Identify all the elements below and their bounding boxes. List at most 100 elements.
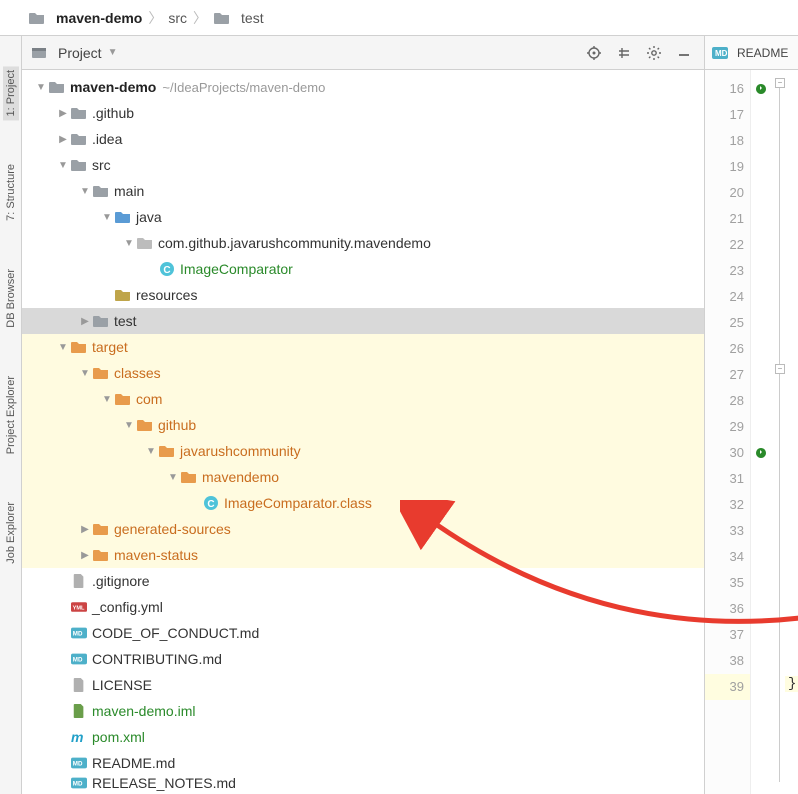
- tree-node[interactable]: MDREADME.md: [22, 750, 704, 776]
- line-number: 33: [705, 518, 750, 544]
- tree-node-label: github: [158, 417, 196, 433]
- expand-arrow-icon[interactable]: [100, 210, 114, 224]
- line-number: 22: [705, 232, 750, 258]
- package-icon: [136, 235, 154, 251]
- tree-node[interactable]: .gitignore: [22, 568, 704, 594]
- tree-node[interactable]: mpom.xml: [22, 724, 704, 750]
- tree-node[interactable]: MDCONTRIBUTING.md: [22, 646, 704, 672]
- yaml-file-icon: YML: [70, 599, 88, 615]
- line-number: 28: [705, 388, 750, 414]
- tree-node[interactable]: LICENSE: [22, 672, 704, 698]
- project-tree[interactable]: maven-demo~/IdeaProjects/maven-demo.gith…: [22, 70, 704, 794]
- expand-arrow-icon[interactable]: [166, 470, 180, 484]
- editor-tabs: MD README: [705, 36, 798, 70]
- tree-node[interactable]: .idea: [22, 126, 704, 152]
- tree-node-label: maven-status: [114, 547, 198, 563]
- tree-node-label: test: [114, 313, 137, 329]
- expand-all-button[interactable]: [612, 41, 636, 65]
- tree-node[interactable]: MD CODE_OF_CONDUCT.md: [22, 620, 704, 646]
- vcs-change-icon: [755, 447, 767, 459]
- editor-gutter-marks: − − }: [751, 70, 798, 794]
- line-number: 31: [705, 466, 750, 492]
- expand-arrow-icon[interactable]: [78, 314, 92, 328]
- svg-text:MD: MD: [73, 631, 83, 638]
- tool-tab-project[interactable]: 1: Project: [3, 66, 19, 120]
- expand-arrow-icon[interactable]: [56, 340, 70, 354]
- svg-text:MD: MD: [73, 781, 83, 788]
- line-number: 25: [705, 310, 750, 336]
- expand-arrow-icon[interactable]: [78, 184, 92, 198]
- tree-node[interactable]: target: [22, 334, 704, 360]
- line-number: 16: [705, 76, 750, 102]
- expand-arrow-icon[interactable]: [78, 548, 92, 562]
- tree-node-label: mavendemo: [202, 469, 279, 485]
- tree-node-label: target: [92, 339, 128, 355]
- fold-handle-icon[interactable]: −: [775, 364, 785, 374]
- tree-node[interactable]: javarushcommunity: [22, 438, 704, 464]
- tree-node-label: com: [136, 391, 162, 407]
- tree-node-label: maven-demo.iml: [92, 703, 195, 719]
- line-number: 30: [705, 440, 750, 466]
- tree-node[interactable]: src: [22, 152, 704, 178]
- tree-node[interactable]: classes: [22, 360, 704, 386]
- svg-text:MD: MD: [73, 657, 83, 664]
- locate-button[interactable]: [582, 41, 606, 65]
- line-number-gutter: 1617181920212223242526272829303132333435…: [705, 70, 751, 794]
- svg-text:C: C: [207, 499, 214, 510]
- expand-arrow-icon[interactable]: [78, 366, 92, 380]
- excluded-folder-icon: [158, 443, 176, 459]
- tree-node[interactable]: generated-sources: [22, 516, 704, 542]
- tree-node[interactable]: resources: [22, 282, 704, 308]
- tree-node[interactable]: test: [22, 308, 704, 334]
- breadcrumb-root[interactable]: maven-demo: [56, 10, 142, 26]
- tree-node[interactable]: java: [22, 204, 704, 230]
- tool-tab-project-explorer[interactable]: Project Explorer: [3, 372, 19, 458]
- expand-arrow-icon[interactable]: [122, 418, 136, 432]
- tree-node[interactable]: maven-demo~/IdeaProjects/maven-demo: [22, 74, 704, 100]
- chevron-right-icon: 〉: [193, 8, 207, 28]
- tree-node[interactable]: maven-status: [22, 542, 704, 568]
- tree-node-label: CODE_OF_CONDUCT.md: [92, 625, 259, 641]
- expand-arrow-icon[interactable]: [100, 392, 114, 406]
- breadcrumb-src[interactable]: src: [168, 10, 187, 26]
- tree-node-label: maven-demo: [70, 79, 156, 95]
- tree-node[interactable]: MDRELEASE_NOTES.md: [22, 776, 704, 790]
- line-number: 17: [705, 102, 750, 128]
- excluded-folder-icon: [114, 391, 132, 407]
- fold-handle-icon[interactable]: −: [775, 78, 785, 88]
- expand-arrow-icon[interactable]: [122, 236, 136, 250]
- editor-tab-readme[interactable]: README: [737, 46, 788, 60]
- tree-node[interactable]: YML_config.yml: [22, 594, 704, 620]
- java-class-icon: C: [158, 261, 176, 277]
- source-folder-icon: [114, 209, 132, 225]
- tree-node[interactable]: com: [22, 386, 704, 412]
- expand-arrow-icon[interactable]: [78, 522, 92, 536]
- settings-button[interactable]: [642, 41, 666, 65]
- tree-node-label: classes: [114, 365, 161, 381]
- tree-node[interactable]: github: [22, 412, 704, 438]
- tree-node[interactable]: main: [22, 178, 704, 204]
- project-view-selector[interactable]: Project ▼: [30, 45, 117, 61]
- line-number: 38: [705, 648, 750, 674]
- tree-node[interactable]: maven-demo.iml: [22, 698, 704, 724]
- line-number: 36: [705, 596, 750, 622]
- editor-panel: MD README 161718192021222324252627282930…: [704, 36, 798, 794]
- tool-tab-db-browser[interactable]: DB Browser: [3, 265, 19, 332]
- tree-node-label: .gitignore: [92, 573, 150, 589]
- tree-node[interactable]: .github: [22, 100, 704, 126]
- minimize-button[interactable]: [672, 41, 696, 65]
- svg-text:m: m: [71, 729, 83, 745]
- breadcrumb-leaf[interactable]: test: [241, 10, 264, 26]
- expand-arrow-icon[interactable]: [56, 132, 70, 146]
- tree-node-label: LICENSE: [92, 677, 152, 693]
- expand-arrow-icon[interactable]: [144, 444, 158, 458]
- tree-node[interactable]: CImageComparator.class: [22, 490, 704, 516]
- expand-arrow-icon[interactable]: [56, 106, 70, 120]
- tool-tab-job-explorer[interactable]: Job Explorer: [3, 498, 19, 568]
- tree-node[interactable]: com.github.javarushcommunity.mavendemo: [22, 230, 704, 256]
- tool-tab-structure[interactable]: 7: Structure: [3, 160, 19, 225]
- tree-node[interactable]: mavendemo: [22, 464, 704, 490]
- expand-arrow-icon[interactable]: [56, 158, 70, 172]
- expand-arrow-icon[interactable]: [34, 80, 48, 94]
- tree-node[interactable]: CImageComparator: [22, 256, 704, 282]
